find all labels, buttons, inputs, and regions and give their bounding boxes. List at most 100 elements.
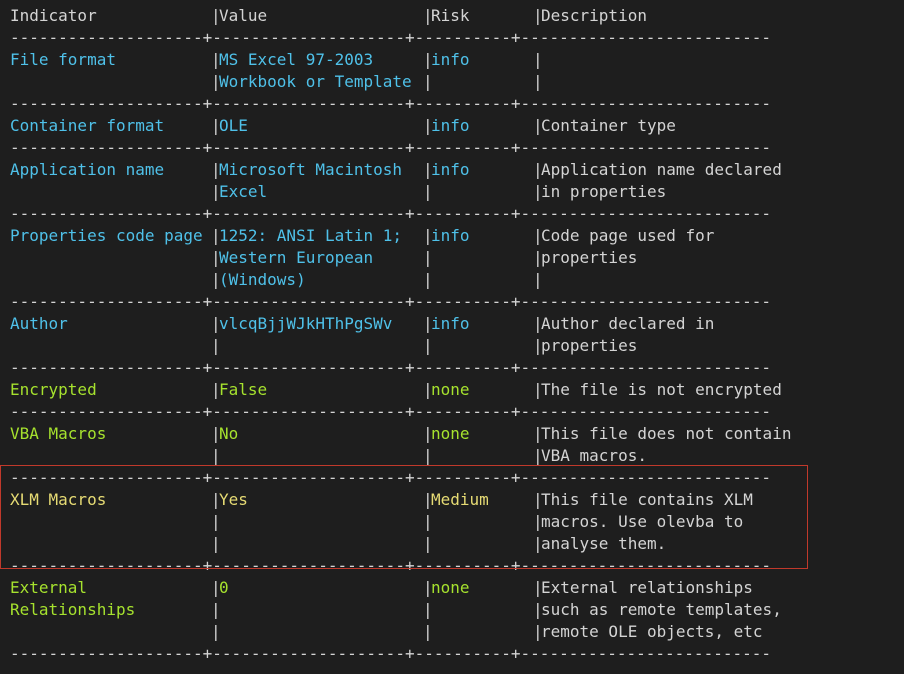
table-divider: --------------------+-------------------… (10, 467, 900, 489)
column-separator: | (423, 622, 433, 641)
description-cell: Code page used for (541, 226, 715, 245)
divider-line: --------------------+-------------------… (10, 556, 771, 575)
column-separator: | (211, 600, 221, 619)
table-row-line: Encrypted | False | none | The file is not enc… (10, 379, 900, 401)
description-cell: in properties (541, 182, 667, 201)
divider-line: --------------------+-------------------… (10, 402, 771, 421)
risk-cell: info (431, 160, 470, 179)
divider-line: --------------------+-------------------… (10, 292, 771, 311)
column-separator: | (423, 72, 433, 91)
column-separator: | (423, 446, 433, 465)
description-cell: properties (541, 336, 638, 355)
indicator-cell: Author (10, 314, 68, 333)
value-cell: Excel (219, 182, 268, 201)
table-divider: --------------------+-------------------… (10, 291, 900, 313)
oleid-results-table: Indicator | Value | Risk | Description -… (10, 5, 900, 665)
table-row-line: Container format | OLE | info | Container type (10, 115, 900, 137)
column-separator: | (423, 534, 433, 553)
table-row-line: | | | properties (10, 335, 900, 357)
table-divider: --------------------+-------------------… (10, 93, 900, 115)
value-cell: Yes (219, 490, 248, 509)
description-cell: analyse them. (541, 534, 667, 553)
table-row-line: VBA Macros | No | none | This file does not co… (10, 423, 900, 445)
value-cell: vlcqBjjWJkHThPgSWv (219, 314, 393, 333)
table-header-row: Indicator | Value | Risk | Description (10, 5, 900, 27)
description-cell: such as remote templates, (541, 600, 782, 619)
value-cell: 0 (219, 578, 229, 597)
table-row-line: | | | VBA macros. (10, 445, 900, 467)
description-cell: properties (541, 248, 638, 267)
indicator-cell: External (10, 578, 88, 597)
divider-line: --------------------+-------------------… (10, 468, 771, 487)
divider-line: --------------------+-------------------… (10, 138, 771, 157)
table-row-line: XLM Macros | Yes | Medium | This file contains… (10, 489, 900, 511)
table-divider: --------------------+-------------------… (10, 401, 900, 423)
column-separator: | (423, 248, 433, 267)
header-risk: Risk (431, 6, 470, 25)
column-separator: | (211, 336, 221, 355)
risk-cell: Medium (431, 490, 489, 509)
table-row-line: | | | analyse them. (10, 533, 900, 555)
risk-cell: info (431, 314, 470, 333)
indicator-cell: Relationships (10, 600, 136, 619)
header-value: Value (219, 6, 268, 25)
description-cell: External relationships (541, 578, 753, 597)
description-cell: Application name declared (541, 160, 782, 179)
table-row-line: | (Windows) | | (10, 269, 900, 291)
column-separator: | (211, 512, 221, 531)
header-description: Description (541, 6, 647, 25)
table-divider: --------------------+-------------------… (10, 27, 900, 49)
table-divider: --------------------+-------------------… (10, 203, 900, 225)
description-cell: This file does not contain (541, 424, 792, 443)
indicator-cell: Container format (10, 116, 165, 135)
value-cell: 1252: ANSI Latin 1; (219, 226, 403, 245)
divider-line: --------------------+-------------------… (10, 204, 771, 223)
description-cell: Author declared in (541, 314, 715, 333)
value-cell: MS Excel 97-2003 (219, 50, 374, 69)
column-separator: | (533, 270, 543, 289)
table-row-line: | Western European | | properties (10, 247, 900, 269)
divider-line: --------------------+-------------------… (10, 28, 771, 47)
table-row-line: | | | remote OLE objects, etc (10, 621, 900, 643)
description-cell: VBA macros. (541, 446, 647, 465)
table-row-line: External | 0 | none | External relationships (10, 577, 900, 599)
risk-cell: none (431, 380, 470, 399)
value-cell: No (219, 424, 239, 443)
risk-cell: info (431, 116, 470, 135)
indicator-cell: File format (10, 50, 116, 69)
indicator-cell: Properties code page (10, 226, 203, 245)
column-separator: | (423, 600, 433, 619)
column-separator: | (533, 72, 543, 91)
table-row-line: | Excel | | in properties (10, 181, 900, 203)
table-divider: --------------------+-------------------… (10, 643, 900, 665)
description-cell: macros. Use olevba to (541, 512, 744, 531)
value-cell: Workbook or Template (219, 72, 412, 91)
indicator-cell: Encrypted (10, 380, 97, 399)
risk-cell: info (431, 226, 470, 245)
indicator-cell: XLM Macros (10, 490, 107, 509)
column-separator: | (533, 50, 543, 69)
table-row-line: | Workbook or Template | | (10, 71, 900, 93)
table-row-line: File format | MS Excel 97-2003 | info | (10, 49, 900, 71)
column-separator: | (211, 446, 221, 465)
column-separator: | (211, 622, 221, 641)
divider-line: --------------------+-------------------… (10, 94, 771, 113)
column-separator: | (211, 534, 221, 553)
value-cell: Microsoft Macintosh (219, 160, 403, 179)
header-indicator: Indicator (10, 6, 97, 25)
divider-line: --------------------+-------------------… (10, 644, 771, 663)
description-cell: The file is not encrypted (541, 380, 782, 399)
column-separator: | (423, 512, 433, 531)
table-row-line: Application name | Microsoft Macintosh | inf… (10, 159, 900, 181)
indicator-cell: VBA Macros (10, 424, 107, 443)
divider-line: --------------------+-------------------… (10, 358, 771, 377)
description-cell: remote OLE objects, etc (541, 622, 763, 641)
table-divider: --------------------+-------------------… (10, 137, 900, 159)
description-cell: Container type (541, 116, 676, 135)
column-separator: | (423, 270, 433, 289)
indicator-cell: Application name (10, 160, 165, 179)
table-divider: --------------------+-------------------… (10, 357, 900, 379)
value-cell: OLE (219, 116, 248, 135)
value-cell: False (219, 380, 268, 399)
table-body: --------------------+-------------------… (10, 27, 900, 665)
